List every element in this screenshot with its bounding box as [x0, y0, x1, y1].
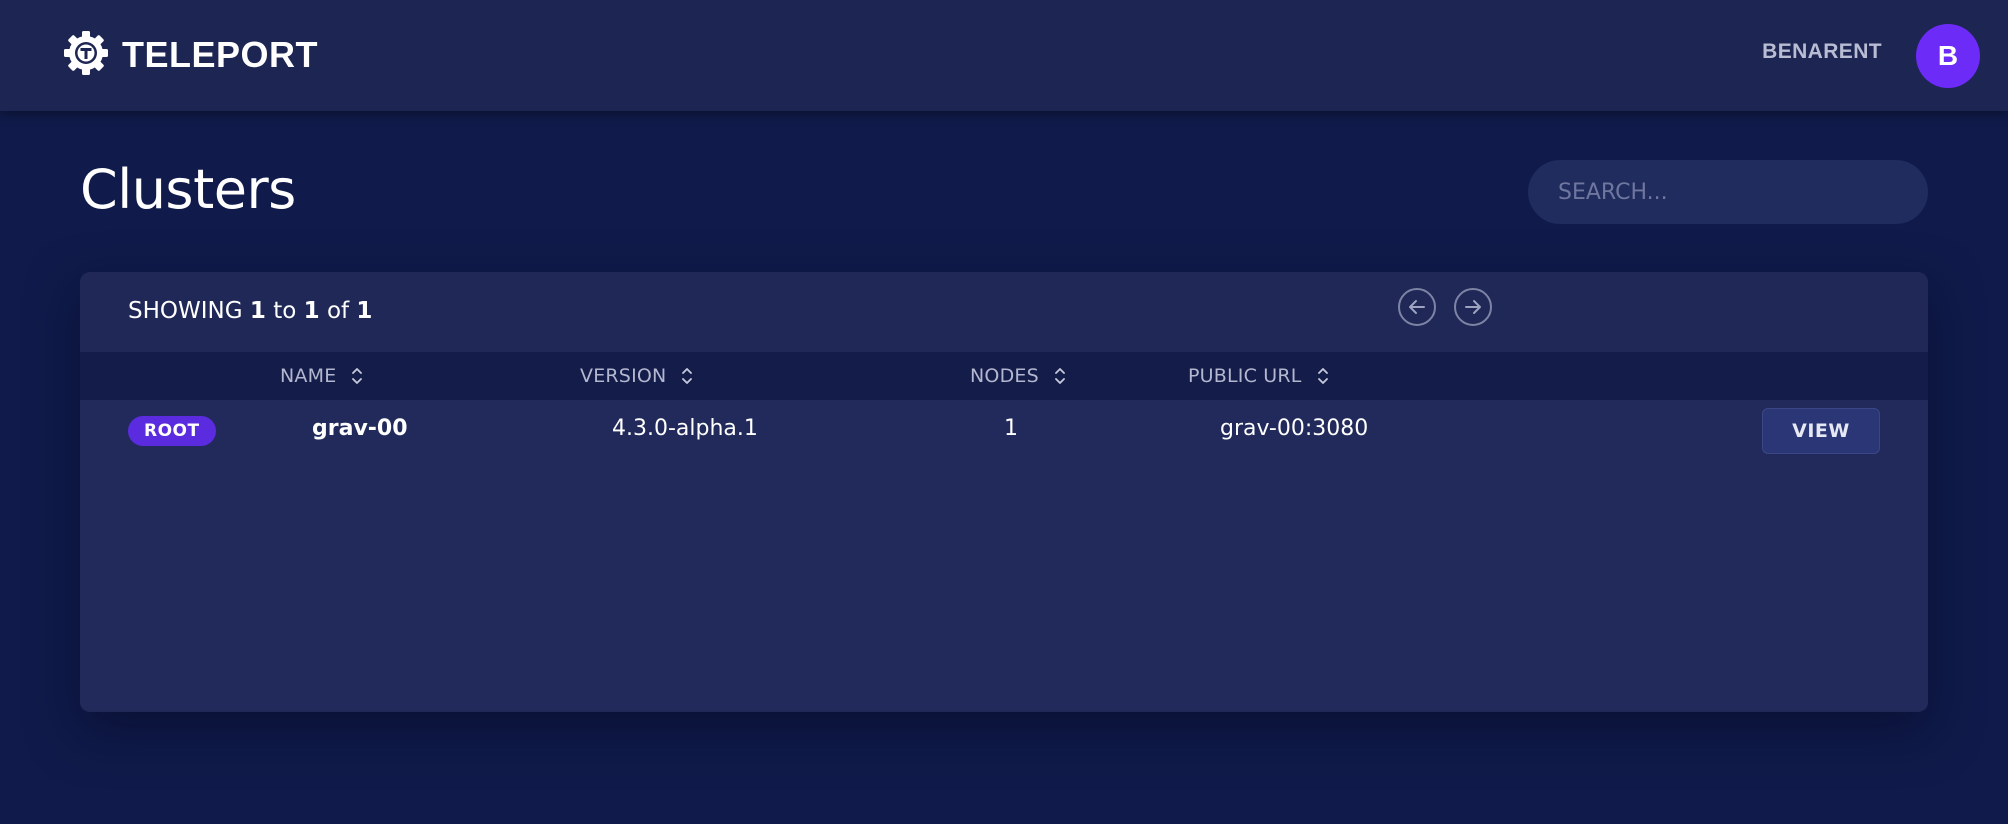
- empty-table-row: [80, 586, 1928, 649]
- cluster-version: 4.3.0-alpha.1: [612, 416, 758, 441]
- sort-icon: [682, 368, 693, 384]
- search-input[interactable]: [1528, 160, 1928, 224]
- app-name: TELEPORT: [122, 34, 319, 75]
- arrow-right-icon: [1465, 300, 1481, 314]
- column-label: PUBLIC URL: [1188, 365, 1302, 387]
- cluster-name: grav-00: [312, 416, 408, 441]
- empty-table-row: [80, 524, 1928, 587]
- empty-table-row: [80, 648, 1928, 710]
- table-header-bar: SHOWING 1 to 1 of 1: [80, 272, 1928, 352]
- empty-table-row: [80, 462, 1928, 525]
- column-header-public-url[interactable]: PUBLIC URL: [1188, 365, 1330, 387]
- page-title: Clusters: [80, 158, 296, 221]
- previous-page-button[interactable]: [1398, 288, 1436, 326]
- column-label: VERSION: [580, 365, 667, 387]
- arrow-left-icon: [1409, 300, 1425, 314]
- column-header-version[interactable]: VERSION: [580, 365, 694, 387]
- column-label: NODES: [970, 365, 1039, 387]
- column-header-nodes[interactable]: NODES: [970, 365, 1067, 387]
- range-start: 1: [249, 298, 266, 324]
- teleport-gear-icon: [62, 29, 110, 81]
- total-count: 1: [356, 298, 373, 324]
- column-label: NAME: [280, 365, 337, 387]
- cluster-public-url: grav-00:3080: [1220, 416, 1369, 441]
- clusters-table-card: SHOWING 1 to 1 of 1 NAME VERSION NODES P…: [80, 272, 1928, 712]
- table-column-headers: NAME VERSION NODES PUBLIC URL: [80, 352, 1928, 400]
- username-label[interactable]: BENARENT: [1762, 40, 1882, 64]
- sort-icon: [352, 368, 363, 384]
- cluster-nodes: 1: [1004, 416, 1018, 441]
- to-label: to: [273, 298, 297, 324]
- range-end: 1: [303, 298, 320, 324]
- teleport-logo[interactable]: TELEPORT: [62, 30, 318, 80]
- sort-icon: [1054, 368, 1065, 384]
- table-row: ROOT grav-00 4.3.0-alpha.1 1 grav-00:308…: [80, 400, 1928, 463]
- pagination-summary: SHOWING 1 to 1 of 1: [128, 298, 372, 324]
- root-badge: ROOT: [128, 416, 216, 446]
- top-navigation-bar: TELEPORT BENARENT B: [0, 0, 2008, 111]
- next-page-button[interactable]: [1454, 288, 1492, 326]
- of-label: of: [326, 298, 350, 324]
- showing-label: SHOWING: [128, 298, 243, 324]
- sort-icon: [1317, 368, 1328, 384]
- user-avatar[interactable]: B: [1916, 24, 1980, 88]
- view-button[interactable]: VIEW: [1762, 408, 1880, 454]
- column-header-name[interactable]: NAME: [280, 365, 364, 387]
